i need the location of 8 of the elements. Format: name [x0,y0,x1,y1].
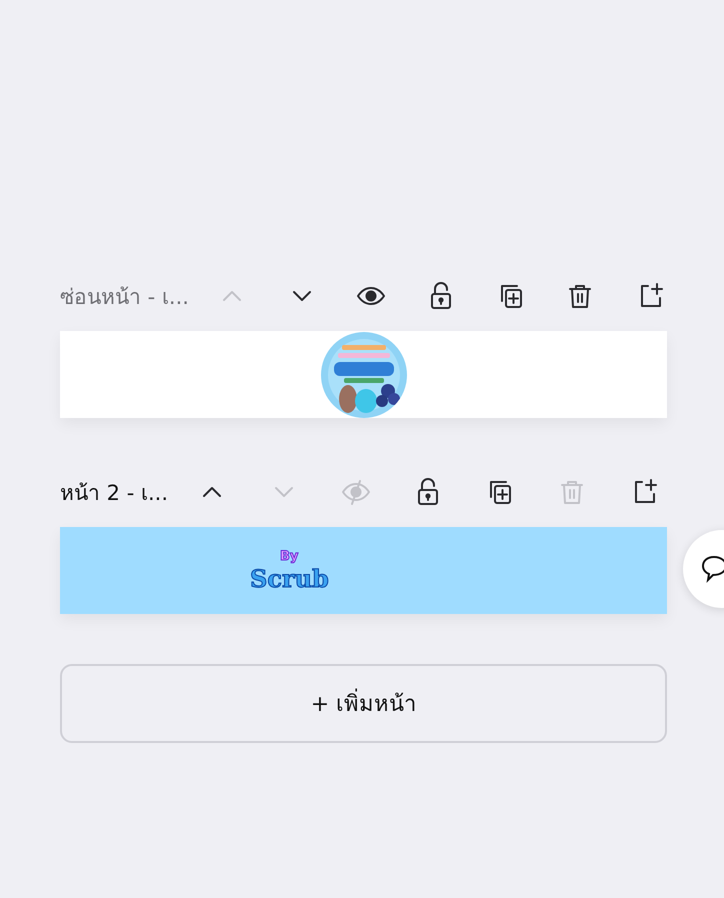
speech-bubble-icon [701,555,724,583]
design-text: By [280,548,298,564]
add-page-button[interactable]: + เพิ่มหน้า [60,664,667,743]
page-title: หน้า 2 - เ... [60,480,168,506]
page-title: ซ่อนหน้า - เ... [60,284,189,310]
page-thumbnail[interactable] [60,331,667,418]
design-title: Scrub [250,564,329,592]
eye-slash-icon [341,477,371,507]
